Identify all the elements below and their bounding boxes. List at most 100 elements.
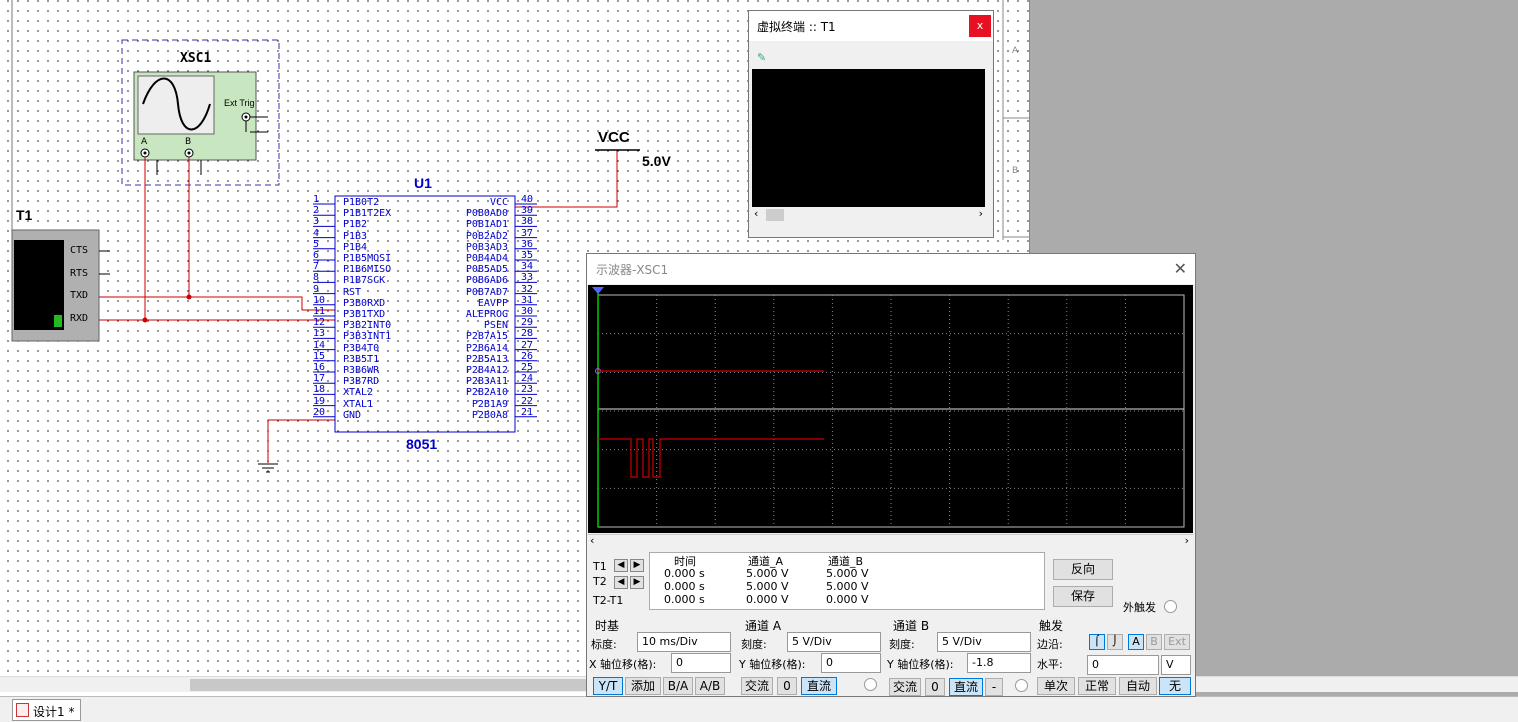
mcu-pin-name: EAVPP — [477, 297, 508, 309]
mcu-pin-name: P3B4T0 — [343, 342, 380, 354]
t1-left-arrow-icon[interactable]: ◀ — [614, 559, 628, 572]
mcu-pin-name: P1B7SCK — [343, 275, 386, 287]
terminal-hscroll-thumb[interactable] — [766, 209, 784, 221]
mcu-pin-number: 35 — [521, 250, 534, 261]
a-over-b-button[interactable]: A/B — [695, 677, 725, 695]
timebase-scale-label: 标度: — [591, 638, 617, 651]
mcu-pin-number: 25 — [521, 362, 534, 373]
channel-a-radio[interactable] — [864, 678, 877, 691]
virtual-terminal-window[interactable]: 虚拟终端 :: T1 x ✎ ‹ › — [748, 10, 994, 238]
mcu-pin-name: P2B3A11 — [465, 376, 508, 388]
scroll-left-icon[interactable]: ‹ — [754, 207, 758, 220]
mcu-pin-name: P0B1AD1 — [465, 219, 508, 231]
mcu-pin-number: 8 — [313, 272, 320, 284]
ext-trigger-radio[interactable] — [1164, 600, 1177, 613]
mcu-ref-label: U1 — [414, 175, 432, 191]
channel-b-scale-field[interactable]: 5 V/Div — [937, 632, 1031, 652]
mcu-pin-name: RST — [343, 286, 362, 298]
rising-edge-icon[interactable]: ⌠ — [1089, 634, 1105, 650]
schematic-file-icon — [16, 703, 29, 717]
timebase-xpos-field[interactable]: 0 — [671, 653, 731, 673]
readout-cell: 0.000 V — [746, 593, 789, 606]
mcu-pin-number: 4 — [313, 227, 320, 239]
trigger-level-unit[interactable]: V — [1161, 655, 1191, 675]
mcu-pin-name: P0B0AD0 — [465, 208, 508, 220]
mcu-pin-name: PSEN — [483, 320, 508, 332]
mcu-pin-name: P1B5MOSI — [343, 253, 392, 264]
channel-a-ypos-field[interactable]: 0 — [821, 653, 881, 673]
trigger-heading: 触发 — [1039, 619, 1064, 633]
trigger-level-field[interactable]: 0 — [1087, 655, 1159, 675]
trigger-normal-button[interactable]: 正常 — [1078, 677, 1116, 695]
channel-a-ac-button[interactable]: 交流 — [741, 677, 773, 695]
channel-b-ypos-field[interactable]: -1.8 — [967, 653, 1031, 673]
timebase-heading: 时基 — [595, 619, 620, 633]
t2-left-arrow-icon[interactable]: ◀ — [614, 576, 628, 589]
channel-b-dc-button[interactable]: 直流 — [949, 678, 983, 696]
mcu-pin-number: 15 — [313, 350, 326, 362]
channel-a-ypos-label: Y 轴位移(格): — [739, 658, 806, 671]
mcu-pin-number: 14 — [313, 339, 326, 351]
scope-close-button[interactable]: ✕ — [1174, 259, 1187, 278]
cursor-t1-label: T1 — [593, 560, 607, 573]
mcu-pin-number: 33 — [521, 272, 534, 284]
tab-design1[interactable]: 设计1 * — [12, 699, 82, 721]
mcu-pin-name: P3B0RXD — [343, 297, 386, 309]
falling-edge-icon[interactable]: ⌡ — [1107, 634, 1123, 650]
mcu-pin-name: ALEPROG — [465, 309, 508, 320]
trigger-single-button[interactable]: 单次 — [1037, 677, 1075, 695]
mcu-pin-name: P1B6MISO — [343, 264, 392, 276]
channel-a-heading: 通道 A — [745, 619, 782, 633]
save-button[interactable]: 保存 — [1053, 586, 1113, 607]
terminal-vscrollbar[interactable] — [985, 41, 993, 235]
channel-b-scale-label: 刻度: — [889, 638, 915, 651]
terminal-pencil-icon[interactable]: ✎ — [757, 51, 766, 64]
trigger-source-b[interactable]: B — [1146, 634, 1162, 650]
add-button[interactable]: 添加 — [625, 677, 661, 695]
scope-scroll-right-icon[interactable]: › — [1185, 534, 1189, 547]
mcu-pin-name: P0B3AD3 — [465, 241, 508, 253]
scope-display[interactable] — [588, 285, 1193, 533]
channel-b-minus-button[interactable]: - — [985, 678, 1003, 696]
trigger-source-a[interactable]: A — [1128, 634, 1144, 650]
readout-cell: 0.000 s — [664, 567, 705, 580]
ext-trigger-label: 外触发 — [1123, 601, 1156, 614]
channel-a-zero-button[interactable]: 0 — [777, 677, 797, 695]
terminal-screen[interactable] — [752, 69, 987, 207]
readout-cell: 0.000 s — [664, 593, 705, 606]
mcu-pin-number: 39 — [521, 205, 534, 217]
terminal-close-button[interactable]: x — [969, 15, 991, 37]
mcu-pin-name: P3B1TXD — [343, 309, 386, 320]
mcu-pin-name: P1B1T2EX — [343, 208, 392, 220]
timebase-xpos-label: X 轴位移(格): — [589, 658, 657, 671]
t1-right-arrow-icon[interactable]: ▶ — [630, 559, 644, 572]
terminal-hscrollbar[interactable]: ‹ › — [752, 207, 987, 223]
mcu-pin-name: P1B4 — [343, 241, 368, 253]
trigger-source-ext[interactable]: Ext — [1164, 634, 1190, 650]
scroll-right-icon[interactable]: › — [979, 207, 983, 220]
mcu-pin-number: 20 — [313, 406, 326, 418]
timebase-scale-field[interactable]: 10 ms/Div — [637, 632, 731, 652]
channel-b-heading: 通道 B — [893, 619, 930, 633]
channel-a-scale-field[interactable]: 5 V/Div — [787, 632, 881, 652]
trigger-auto-button[interactable]: 自动 — [1119, 677, 1157, 695]
t2-right-arrow-icon[interactable]: ▶ — [630, 576, 644, 589]
mcu-pin-number: 21 — [521, 406, 534, 418]
channel-a-dc-button[interactable]: 直流 — [801, 677, 837, 695]
scope-scroll-left-icon[interactable]: ‹ — [590, 534, 594, 547]
b-over-a-button[interactable]: B/A — [663, 677, 693, 695]
yt-button[interactable]: Y/T — [593, 677, 623, 695]
mcu-pin-name: P0B6AD6 — [465, 275, 508, 287]
mcu-pin-number: 29 — [521, 317, 534, 329]
mcu-pin-number: 7 — [313, 261, 320, 273]
mcu-pin-name: P3B5T1 — [343, 353, 380, 365]
channel-b-zero-button[interactable]: 0 — [925, 678, 945, 696]
channel-b-radio[interactable] — [1015, 679, 1028, 692]
reverse-button[interactable]: 反向 — [1053, 559, 1113, 580]
channel-b-ac-button[interactable]: 交流 — [889, 678, 921, 696]
canvas-hscroll-thumb[interactable] — [190, 679, 590, 691]
trigger-none-button[interactable]: 无 — [1159, 677, 1191, 695]
scope-hscrollbar[interactable]: ‹ › — [588, 534, 1193, 548]
oscilloscope-window[interactable]: 示波器-XSC1 ✕ ‹ › T1 ◀ ▶ T2 ◀ ▶ T2-T1 时间 通道… — [586, 253, 1196, 697]
measurement-readout: 时间 通道_A 通道_B 0.000 s 5.000 V 5.000 V 0.0… — [649, 552, 1045, 610]
